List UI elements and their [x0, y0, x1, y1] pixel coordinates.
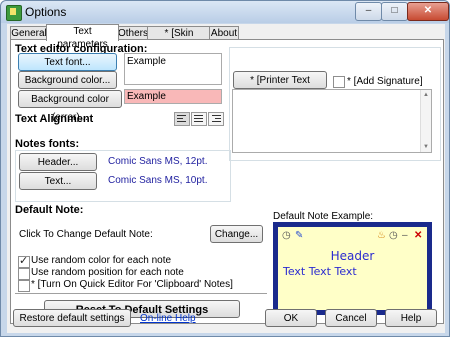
- add-signature-label: * [Add Signature]: [347, 76, 423, 87]
- cancel-button[interactable]: Cancel: [325, 309, 377, 327]
- example-error-text: Example: [127, 91, 166, 102]
- maximize-button[interactable]: □: [381, 2, 408, 21]
- add-signature-checkbox[interactable]: [333, 76, 345, 88]
- tab-skin-browser[interactable]: * [Skin Browser]: [147, 26, 211, 52]
- text-alignment-label: Text Alignment: [15, 113, 94, 125]
- align-right-icon[interactable]: [208, 112, 224, 126]
- text-font-notes-button[interactable]: Text...: [19, 172, 97, 190]
- background-color-error-button[interactable]: Background color (error)...: [18, 90, 122, 123]
- close-button[interactable]: ✕: [407, 2, 449, 21]
- text-font-value: Comic Sans MS, 10pt.: [108, 175, 208, 186]
- default-note-preview: ◷ ✎ ♨ ◷ – ✕ Header Text Text Text: [273, 222, 432, 315]
- note-alarm-icon: ◷: [389, 230, 398, 241]
- text-parameters-page: Text editor configuration: Example Text …: [10, 39, 444, 324]
- random-color-label: Use random color for each note: [31, 255, 172, 266]
- default-note-section-title: Default Note:: [15, 204, 84, 216]
- signature-scrollbar[interactable]: ▲ ▼: [420, 90, 431, 152]
- notes-fonts-section-title: Notes fonts:: [15, 138, 80, 150]
- example-text: Example: [127, 56, 166, 67]
- note-clock-icon: ◷: [282, 230, 291, 241]
- restore-default-settings-button[interactable]: Restore default settings: [13, 309, 131, 327]
- window-title: Options: [25, 5, 67, 19]
- note-preview-text: Text Text Text: [283, 265, 357, 278]
- online-help-link[interactable]: On-line Help: [140, 313, 196, 324]
- note-minimize-icon: –: [402, 230, 408, 241]
- help-button[interactable]: Help: [385, 309, 437, 327]
- click-to-change-label: Click To Change Default Note:: [19, 229, 153, 240]
- tab-about[interactable]: About: [209, 26, 239, 40]
- app-note-icon: [6, 5, 22, 21]
- signature-textarea[interactable]: ▲ ▼: [232, 89, 432, 153]
- random-color-checkbox[interactable]: [18, 254, 30, 268]
- header-font-value: Comic Sans MS, 12pt.: [108, 156, 208, 167]
- scroll-up-icon[interactable]: ▲: [423, 92, 429, 98]
- tab-general[interactable]: General: [10, 26, 48, 40]
- align-center-icon[interactable]: [191, 112, 207, 126]
- scroll-down-icon[interactable]: ▼: [423, 144, 429, 150]
- separator: [15, 293, 267, 294]
- tab-text-parameters[interactable]: Text parameters: [46, 24, 119, 50]
- note-flame-icon: ♨: [377, 230, 386, 241]
- note-close-icon: ✕: [414, 230, 423, 241]
- tab-others[interactable]: Others: [117, 26, 149, 40]
- random-position-label: Use random position for each note: [31, 267, 184, 278]
- note-preview-body: ◷ ✎ ♨ ◷ – ✕ Header Text Text Text: [278, 227, 427, 310]
- example-error-box: Example: [124, 89, 222, 104]
- example-text-box: Example: [124, 53, 222, 85]
- title-bar[interactable]: Options – □ ✕: [1, 1, 449, 23]
- header-font-button[interactable]: Header...: [19, 153, 97, 171]
- background-color-button[interactable]: Background color...: [18, 71, 117, 89]
- note-pen-icon: ✎: [295, 230, 304, 241]
- text-font-button[interactable]: Text font...: [18, 53, 117, 71]
- options-window: Options – □ ✕ General Text parameters Ot…: [0, 0, 450, 337]
- ok-button[interactable]: OK: [265, 309, 317, 327]
- printer-text-font-button[interactable]: * [Printer Text Font...]: [233, 71, 327, 104]
- quick-editor-label: * [Turn On Quick Editor For 'Clipboard' …: [31, 279, 233, 290]
- random-position-checkbox[interactable]: [18, 268, 30, 280]
- note-preview-header: Header: [330, 249, 375, 263]
- alignment-buttons: [174, 112, 224, 126]
- quick-editor-checkbox[interactable]: [18, 280, 30, 292]
- dialog-client: General Text parameters Others * [Skin B…: [7, 24, 445, 333]
- default-note-example-label: Default Note Example:: [273, 211, 374, 222]
- minimize-button[interactable]: –: [355, 2, 382, 21]
- align-left-icon[interactable]: [174, 112, 190, 126]
- change-default-note-button[interactable]: Change...: [210, 225, 263, 243]
